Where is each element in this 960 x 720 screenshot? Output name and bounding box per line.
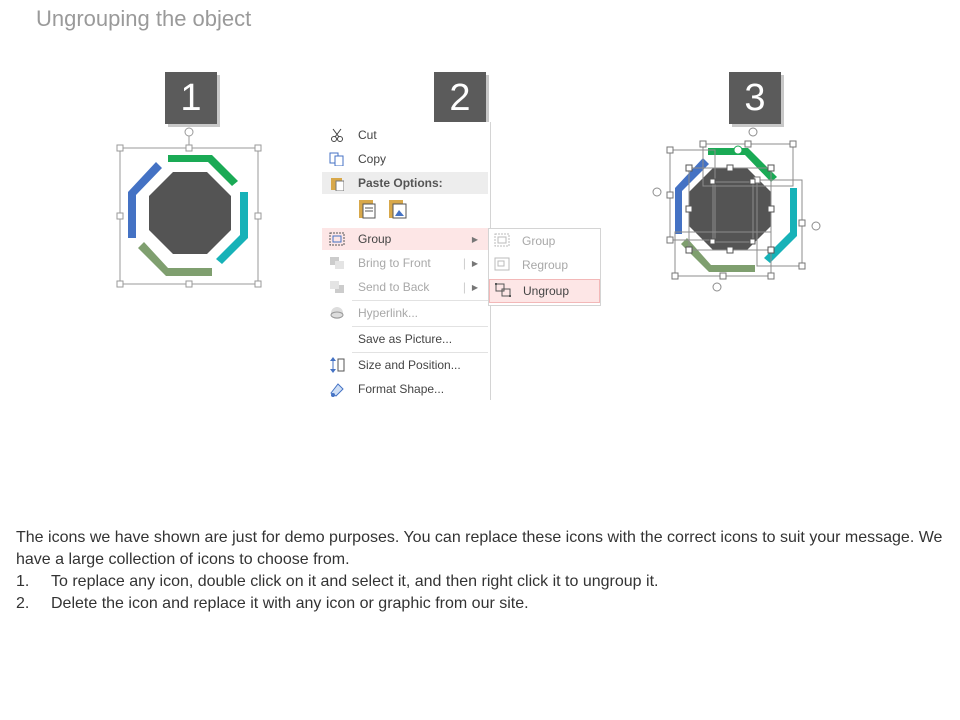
submenu-arrow-icon: ▶ — [471, 258, 478, 268]
regroup-icon — [494, 257, 512, 273]
menu-item-label: Size and Position... — [358, 358, 461, 372]
step-3-badge: 3 — [729, 72, 781, 124]
menu-item-group[interactable]: Group ▶ — [322, 228, 488, 250]
menu-item-hyperlink[interactable]: Hyperlink... — [322, 302, 488, 324]
ungrouped-object-diagram[interactable] — [645, 120, 830, 300]
menu-item-label: Save as Picture... — [358, 332, 453, 346]
menu-item-save-as-picture[interactable]: Save as Picture... — [322, 328, 488, 350]
paste-as-picture-icon[interactable] — [388, 198, 408, 220]
instructions-block: The icons we have shown are just for dem… — [16, 527, 946, 615]
step-2-badge: 2 — [434, 72, 486, 124]
menu-separator — [352, 300, 488, 301]
menu-item-label: Group — [358, 232, 392, 246]
menu-item-paste-options: Paste Options: — [322, 172, 488, 194]
submenu-item-label: Group — [522, 234, 556, 248]
send-to-back-icon — [328, 279, 346, 295]
menu-item-label: Format Shape... — [358, 382, 445, 396]
menu-item-label: Hyperlink... — [358, 306, 419, 320]
group-icon — [328, 231, 346, 247]
copy-icon — [328, 151, 346, 167]
description-text: The icons we have shown are just for dem… — [16, 529, 943, 568]
menu-item-label: Copy — [358, 152, 387, 166]
size-position-icon — [328, 357, 346, 373]
menu-item-label: Paste Options: — [358, 176, 443, 190]
menu-item-size-and-position[interactable]: Size and Position... — [322, 354, 488, 376]
grouped-object-diagram[interactable] — [110, 120, 270, 295]
paste-icon — [328, 175, 346, 191]
scissors-icon — [328, 127, 346, 143]
rotate-handle-icon — [184, 127, 194, 137]
menu-item-bring-to-front[interactable]: Bring to Front | ▶ — [322, 252, 488, 274]
format-shape-icon — [328, 381, 346, 397]
group-icon — [494, 233, 512, 249]
menu-item-send-to-back[interactable]: Send to Back | ▶ — [322, 276, 488, 298]
submenu-item-group[interactable]: Group — [489, 230, 598, 252]
submenu-item-ungroup[interactable]: Ungroup — [489, 279, 600, 303]
page-title: Ungrouping the object — [36, 6, 252, 31]
paste-keep-formatting-icon[interactable] — [358, 198, 378, 220]
ungroup-icon — [495, 283, 513, 299]
menu-separator — [352, 326, 488, 327]
hyperlink-icon — [328, 305, 346, 321]
menu-item-format-shape[interactable]: Format Shape... — [322, 378, 488, 400]
context-menu: Cut Copy Paste Options: Group ▶ Bring to… — [322, 122, 491, 400]
submenu-item-label: Regroup — [522, 258, 569, 272]
submenu-item-label: Ungroup — [523, 284, 570, 298]
submenu-item-regroup[interactable]: Regroup — [489, 254, 598, 276]
menu-item-label: Cut — [358, 128, 377, 142]
list-item: 2. Delete the icon and replace it with a… — [16, 595, 529, 612]
menu-separator — [352, 352, 488, 353]
submenu-arrow-icon: ▶ — [471, 234, 478, 244]
bring-to-front-icon — [328, 255, 346, 271]
list-item: 1. To replace any icon, double click on … — [16, 573, 659, 590]
submenu-arrow-icon: ▶ — [471, 282, 478, 292]
menu-item-copy[interactable]: Copy — [322, 148, 488, 170]
group-submenu: Group Regroup Ungroup — [488, 228, 601, 306]
menu-item-label: Send to Back — [358, 280, 430, 294]
menu-item-label: Bring to Front — [358, 256, 431, 270]
menu-item-cut[interactable]: Cut — [322, 124, 488, 146]
paste-option-buttons — [358, 198, 408, 220]
octagon-shape — [149, 172, 231, 254]
step-1-badge: 1 — [165, 72, 217, 124]
